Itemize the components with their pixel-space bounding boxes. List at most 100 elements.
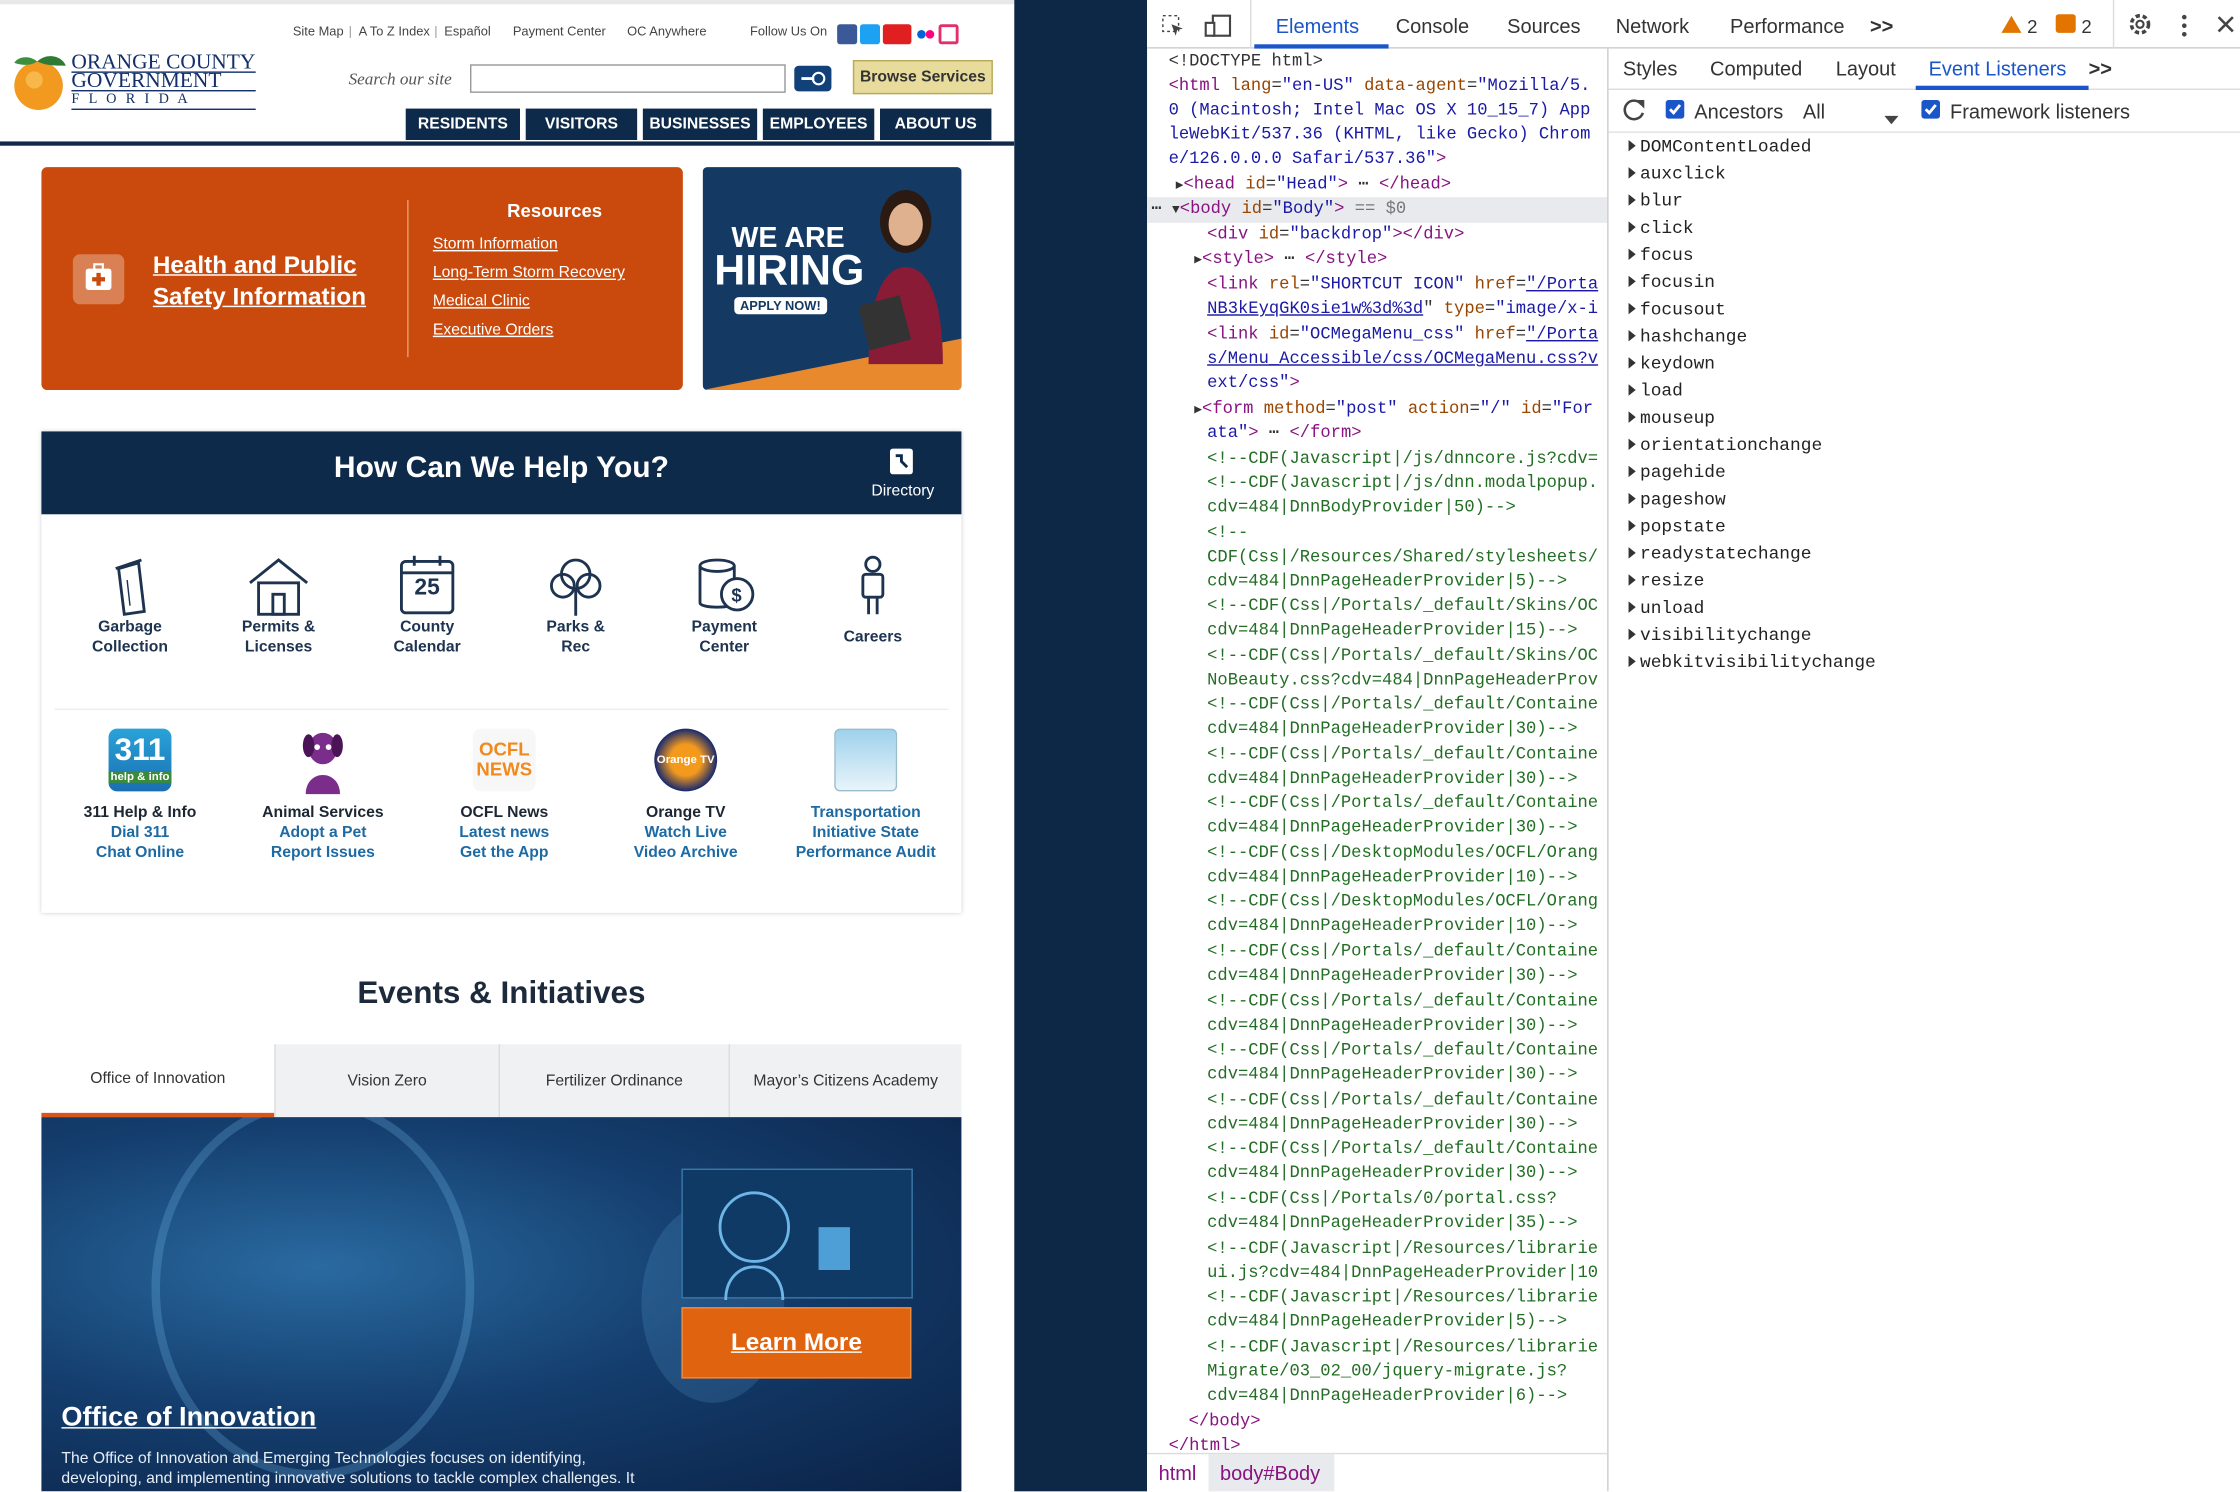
refresh-icon[interactable] (1621, 97, 1647, 123)
app-link[interactable]: Transportation (786, 803, 946, 823)
a-to-z-link[interactable]: A To Z Index (359, 24, 430, 38)
comment-line[interactable]: <!--CDF(Css|/Portals/_default/Containe (1207, 791, 1598, 815)
code-line[interactable]: <link id="OCMegaMenu_css" href="/Porta (1207, 323, 1598, 347)
tab-fertilizer-ordinance[interactable]: Fertilizer Ordinance (498, 1044, 729, 1118)
nav-about-us[interactable]: ABOUT US (879, 108, 992, 140)
tab-sources[interactable]: Sources (1507, 14, 1580, 37)
comment-line[interactable]: <!--CDF(Css|/Portals/_default/Containe (1207, 1137, 1598, 1161)
comment-line[interactable]: <!--CDF(Css|/DesktopModules/OCFL/Orang (1207, 890, 1598, 914)
app-link[interactable]: Adopt a Pet (251, 823, 394, 843)
more-options-icon[interactable] (2180, 13, 2189, 39)
tab-styles[interactable]: Styles (1623, 57, 1677, 80)
doctype-line[interactable]: <!DOCTYPE html> (1169, 50, 1323, 74)
app-link[interactable]: Performance Audit (786, 843, 946, 863)
executive-orders-link[interactable]: Executive Orders (433, 321, 554, 338)
comment-line[interactable]: <!--CDF(Css|/Portals/_default/Skins/OC (1207, 594, 1598, 618)
event-listener-item[interactable]: visibilitychange (1629, 626, 1811, 646)
filter-select[interactable]: All (1803, 100, 1825, 123)
close-icon[interactable] (2216, 14, 2236, 34)
twitter-icon[interactable] (859, 24, 880, 45)
event-listener-item[interactable]: popstate (1629, 517, 1726, 537)
tab-layout[interactable]: Layout (1836, 57, 1896, 80)
instagram-icon[interactable] (938, 24, 959, 45)
logo-text[interactable]: ORANGE COUNTY GOVERNMENT F L O R I D A (71, 52, 256, 110)
event-listener-item[interactable]: focusout (1629, 300, 1726, 320)
app-link[interactable]: Watch Live (614, 823, 757, 843)
oc-anywhere-link[interactable]: OC Anywhere (627, 24, 706, 38)
event-listener-item[interactable]: keydown (1629, 354, 1715, 374)
app-link[interactable]: Dial 311 (69, 823, 212, 843)
facebook-icon[interactable] (837, 24, 858, 45)
health-safety-link[interactable]: Health and Public Safety Information (153, 250, 382, 313)
search-input[interactable] (469, 64, 786, 93)
app-ocfl-news[interactable]: OCFL NEWS OCFL News Latest news Get the A… (433, 728, 576, 863)
breadcrumb-html[interactable]: html (1159, 1461, 1197, 1484)
espanol-link[interactable]: Español (444, 24, 490, 38)
comment-line[interactable]: <!--CDF(Css|/Portals/_default/Containe (1207, 940, 1598, 964)
comment-line[interactable]: <!--CDF(Javascript|/js/dnn.modalpopup. (1207, 471, 1598, 495)
tab-event-listeners[interactable]: Event Listeners (1929, 57, 2067, 80)
more-sidetabs-icon[interactable]: >> (2089, 57, 2112, 80)
app-link[interactable]: Video Archive (614, 843, 757, 863)
event-listener-item[interactable]: orientationchange (1629, 436, 1822, 456)
ancestors-checkbox[interactable] (1665, 99, 1685, 119)
app-transportation[interactable]: Transportation Initiative State Performa… (786, 728, 946, 863)
comment-line[interactable]: <!--CDF(Css|/Portals/_default/Containe (1207, 990, 1598, 1014)
code-line[interactable]: <link rel="SHORTCUT ICON" href="/Porta (1207, 273, 1598, 297)
code-line[interactable]: ▶<form method="post" action="/" id="For (1194, 397, 1593, 423)
site-map-link[interactable]: Site Map (293, 24, 344, 38)
app-311[interactable]: 311 help & info 311 Help & Info Dial 311 … (69, 728, 212, 863)
body-line[interactable]: ⋯ ▼<body id="Body"> == $0 (1151, 197, 1406, 223)
event-listener-item[interactable]: auxclick (1629, 164, 1726, 184)
comment-line[interactable]: <!-- (1207, 521, 1248, 545)
tab-office-of-innovation[interactable]: Office of Innovation (41, 1044, 275, 1118)
storm-recovery-link[interactable]: Long-Term Storm Recovery (433, 264, 625, 281)
nav-visitors[interactable]: VISITORS (525, 108, 638, 140)
nav-businesses[interactable]: BUSINESSES (642, 108, 758, 140)
framework-checkbox[interactable] (1921, 99, 1940, 119)
youtube-icon[interactable] (882, 24, 912, 45)
comment-line[interactable]: <!--CDF(Css|/Portals/0/portal.css? (1207, 1187, 1557, 1211)
payment-center-link[interactable]: Payment Center (513, 24, 606, 38)
device-toggle-icon[interactable] (1204, 13, 1233, 39)
event-listener-item[interactable]: blur (1629, 191, 1683, 211)
issue-icon[interactable] (2055, 14, 2076, 33)
event-listener-item[interactable]: hashchange (1629, 327, 1747, 347)
event-listener-item[interactable]: DOMContentLoaded (1629, 137, 1811, 157)
tab-performance[interactable]: Performance (1730, 14, 1845, 37)
app-link[interactable]: Report Issues (251, 843, 394, 863)
help-permits[interactable]: Permits & Licenses (229, 554, 329, 657)
event-listener-item[interactable]: load (1629, 381, 1683, 401)
nav-residents[interactable]: RESIDENTS (405, 108, 520, 140)
innovation-title-link[interactable]: Office of Innovation (61, 1403, 316, 1434)
help-payment[interactable]: $ Payment Center (674, 554, 774, 657)
medical-clinic-link[interactable]: Medical Clinic (433, 293, 530, 310)
event-listener-item[interactable]: click (1629, 219, 1694, 239)
code-line[interactable]: <div id="backdrop"></div> (1207, 223, 1464, 247)
head-line[interactable]: ▶<head id="Head"> ⋯ </head> (1176, 173, 1451, 199)
warning-icon[interactable] (2000, 14, 2023, 34)
html-tag-line[interactable]: <html lang="en-US" data-agent="Mozilla/5… (1169, 74, 1591, 98)
learn-more-button[interactable]: Learn More (681, 1307, 912, 1379)
app-link[interactable]: Get the App (433, 843, 576, 863)
inspect-element-icon[interactable] (1160, 13, 1186, 39)
tab-vision-zero[interactable]: Vision Zero (274, 1044, 499, 1118)
breadcrumb-body[interactable]: body#Body (1220, 1461, 1320, 1484)
flickr-icon[interactable] (915, 24, 936, 45)
browse-services-button[interactable]: Browse Services (852, 59, 993, 95)
apply-now-button[interactable]: APPLY NOW! (734, 297, 827, 315)
help-careers[interactable]: Careers (823, 554, 923, 647)
comment-line[interactable]: <!--CDF(Javascript|/Resources/librarie (1207, 1237, 1598, 1261)
event-listener-item[interactable]: mouseup (1629, 409, 1715, 429)
help-parks[interactable]: Parks & Rec (526, 554, 626, 657)
search-button[interactable] (794, 65, 832, 92)
nav-employees[interactable]: EMPLOYEES (762, 108, 875, 140)
hiring-banner[interactable]: WE ARE HIRING APPLY NOW! (702, 167, 962, 390)
more-tabs-icon[interactable]: >> (1870, 14, 1893, 37)
tab-network[interactable]: Network (1616, 14, 1689, 37)
tab-computed[interactable]: Computed (1710, 57, 1802, 80)
directory-label[interactable]: Directory (871, 483, 934, 500)
app-animal[interactable]: Animal Services Adopt a Pet Report Issue… (251, 729, 394, 863)
event-listener-item[interactable]: unload (1629, 599, 1704, 619)
body-close-line[interactable]: </body> (1189, 1410, 1261, 1434)
